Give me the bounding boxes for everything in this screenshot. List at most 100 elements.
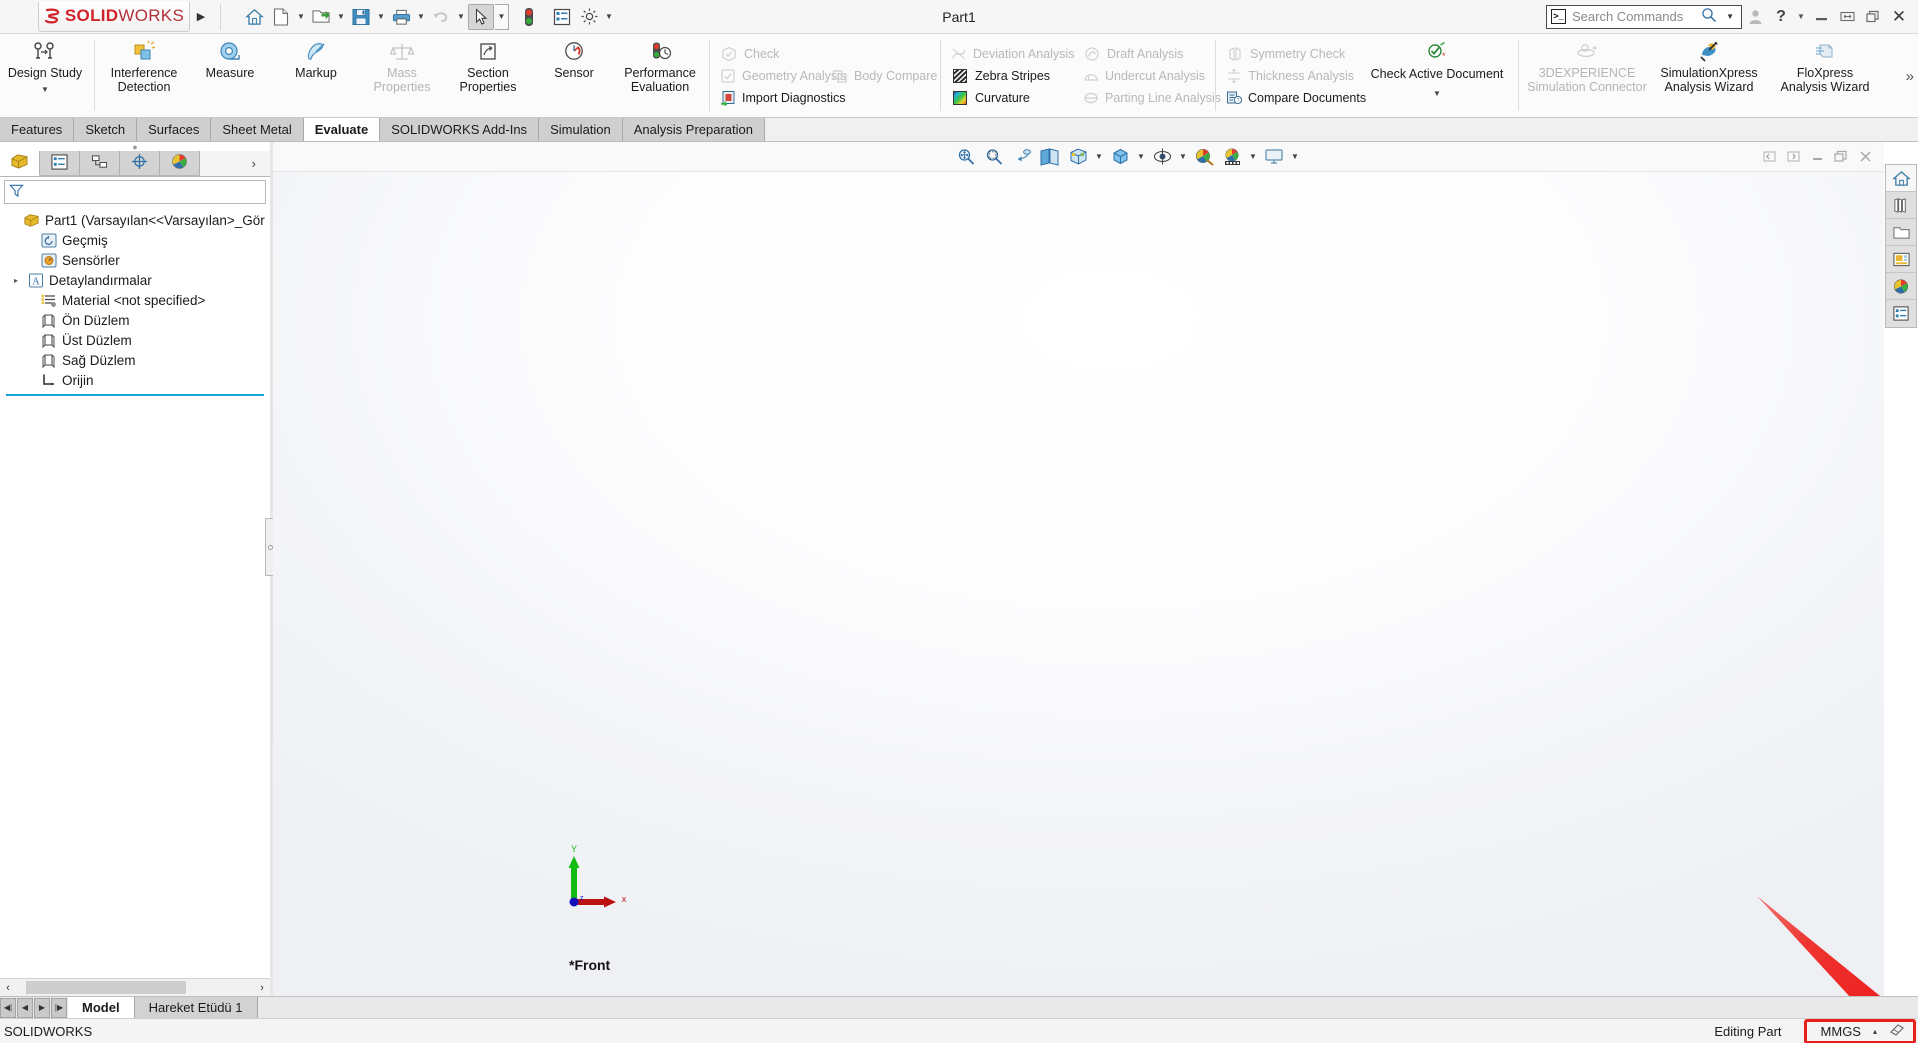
previous-view-icon[interactable] [1009,145,1035,169]
tree-item-ust-duzlem[interactable]: Üst Düzlem [6,330,270,350]
symmetry-check-button[interactable]: Symmetry Check [1222,43,1358,64]
document-tab-motion-study[interactable]: Hareket Etüdü 1 [134,997,258,1018]
design-study-dropdown-caret[interactable]: ▼ [41,83,49,97]
dimxpert-manager-tab[interactable] [120,151,160,176]
scroll-right-arrow[interactable]: › [254,982,270,994]
search-commands-box[interactable]: >_ Search Commands ▼ [1546,4,1742,29]
file-explorer-icon[interactable] [1886,219,1916,246]
rebuild-icon[interactable] [516,4,542,30]
graphics-area[interactable]: Y x z *Front [273,172,1884,996]
restore-width-icon[interactable] [1834,4,1860,30]
restore-left-icon[interactable] [1758,146,1780,168]
tree-expander[interactable]: ▸ [10,276,22,285]
check-active-document-button[interactable]: * Check Active Document ▼ [1362,34,1512,117]
measure-button[interactable]: Measure [187,34,273,117]
open-folder-icon[interactable] [308,4,334,30]
import-diagnostics-button[interactable]: Import Diagnostics [716,87,846,108]
last-tab-button[interactable]: |▶ [51,997,67,1018]
simulationxpress-button[interactable]: SimulationXpress Analysis Wizard [1649,34,1769,117]
view-settings-dropdown[interactable]: ▼ [1289,145,1301,169]
view-orientation-icon[interactable] [1065,145,1091,169]
unit-system-selector[interactable]: MMGS ▴ [1803,1018,1916,1043]
markup-button[interactable]: Markup [273,34,359,117]
save-dropdown[interactable]: ▼ [375,4,387,30]
new-document-icon[interactable] [268,4,294,30]
view-settings-icon[interactable] [1261,145,1287,169]
custom-properties-icon[interactable] [1886,300,1916,327]
draft-analysis-button[interactable]: Draft Analysis [1079,43,1209,64]
tree-item-gecmis[interactable]: Geçmiş [6,230,270,250]
feature-manager-tab[interactable] [0,151,40,176]
performance-evaluation-button[interactable]: Performance Evaluation [617,34,703,117]
apply-scene-icon[interactable] [1219,145,1245,169]
search-dropdown-caret[interactable]: ▼ [1723,12,1737,21]
tab-simulation[interactable]: Simulation [539,118,623,141]
display-style-dropdown[interactable]: ▼ [1135,145,1147,169]
next-tab-button[interactable]: ▶ [34,997,50,1018]
curvature-button[interactable]: Curvature [947,87,1075,108]
3dexperience-simulation-connector-button[interactable]: 3DEXPERIENCE Simulation Connector [1525,34,1649,117]
compare-documents-button[interactable]: ? Compare Documents [1222,87,1366,108]
panel-collapse-handle[interactable]: ● [0,142,270,152]
search-input[interactable]: Search Commands [1572,9,1695,24]
tree-item-on-duzlem[interactable]: Ön Düzlem [6,310,270,330]
tree-item-orijin[interactable]: Orijin [6,370,270,390]
tree-item-sensorler[interactable]: Sensörler [6,250,270,270]
select-dropdown[interactable]: ▼ [495,3,509,30]
check-active-document-dropdown-caret[interactable]: ▼ [1433,87,1441,101]
mass-properties-button[interactable]: Mass Properties [359,34,445,117]
appearances-scenes-icon[interactable] [1886,273,1916,300]
help-icon[interactable]: ? [1768,4,1794,30]
solidworks-logo[interactable]: SOLIDWORKS [38,1,190,32]
hide-show-dropdown[interactable]: ▼ [1177,145,1189,169]
tab-surfaces[interactable]: Surfaces [137,118,212,141]
tab-sheet-metal[interactable]: Sheet Metal [211,118,304,141]
view-orientation-dropdown[interactable]: ▼ [1093,145,1105,169]
undo-dropdown[interactable]: ▼ [455,4,467,30]
search-icon[interactable] [1701,7,1717,27]
section-view-icon[interactable] [1037,145,1063,169]
ribbon-overflow-button[interactable]: » [1906,68,1914,85]
new-document-dropdown[interactable]: ▼ [295,4,307,30]
first-tab-button[interactable]: ◀| [0,997,16,1018]
unit-system-caret[interactable]: ▴ [1873,1027,1877,1036]
interference-detection-button[interactable]: Interference Detection [101,34,187,117]
tab-analysis-preparation[interactable]: Analysis Preparation [622,118,765,141]
unit-system-icon[interactable] [1889,1023,1905,1040]
zoom-to-fit-icon[interactable] [953,145,979,169]
home-icon[interactable] [241,4,267,30]
deviation-analysis-button[interactable]: Deviation Analysis [947,43,1075,64]
display-manager-tab[interactable] [160,151,200,176]
restore-right-icon[interactable] [1782,146,1804,168]
restore-doc-icon[interactable] [1830,146,1852,168]
check-button[interactable]: Check [716,43,824,64]
previous-tab-button[interactable]: ◀ [17,997,33,1018]
close-doc-icon[interactable] [1854,146,1876,168]
design-library-icon[interactable] [1886,192,1916,219]
edit-appearance-icon[interactable] [1191,145,1217,169]
body-compare-button[interactable]: Body Compare [828,65,937,86]
zoom-to-area-icon[interactable] [981,145,1007,169]
minimize-doc-icon[interactable] [1806,146,1828,168]
feature-tree-filter-input[interactable] [4,180,266,204]
tree-item-detaylandirmalar[interactable]: ▸ A Detaylandırmalar [6,270,270,290]
tab-solidworks-add-ins[interactable]: SOLIDWORKS Add-Ins [380,118,540,141]
hide-show-items-icon[interactable] [1149,145,1175,169]
select-cursor-icon[interactable] [468,3,494,30]
parting-line-analysis-button[interactable]: Parting Line Analysis [1079,87,1221,108]
print-icon[interactable] [388,4,414,30]
help-dropdown-caret[interactable]: ▼ [1794,4,1808,30]
undercut-analysis-button[interactable]: Undercut Analysis [1079,65,1209,86]
tab-features[interactable]: Features [0,118,75,141]
section-properties-button[interactable]: Section Properties [445,34,531,117]
open-document-dropdown[interactable]: ▼ [335,4,347,30]
minimize-icon[interactable] [1808,4,1834,30]
zebra-stripes-button[interactable]: Zebra Stripes [947,65,1075,86]
user-account-icon[interactable] [1742,4,1768,30]
display-style-icon[interactable] [1107,145,1133,169]
gear-icon[interactable] [576,4,602,30]
tree-item-sag-duzlem[interactable]: Sağ Düzlem [6,350,270,370]
apply-scene-dropdown[interactable]: ▼ [1247,145,1259,169]
document-tab-model[interactable]: Model [68,997,135,1018]
floxpress-button[interactable]: FloXpress Analysis Wizard [1769,34,1881,117]
